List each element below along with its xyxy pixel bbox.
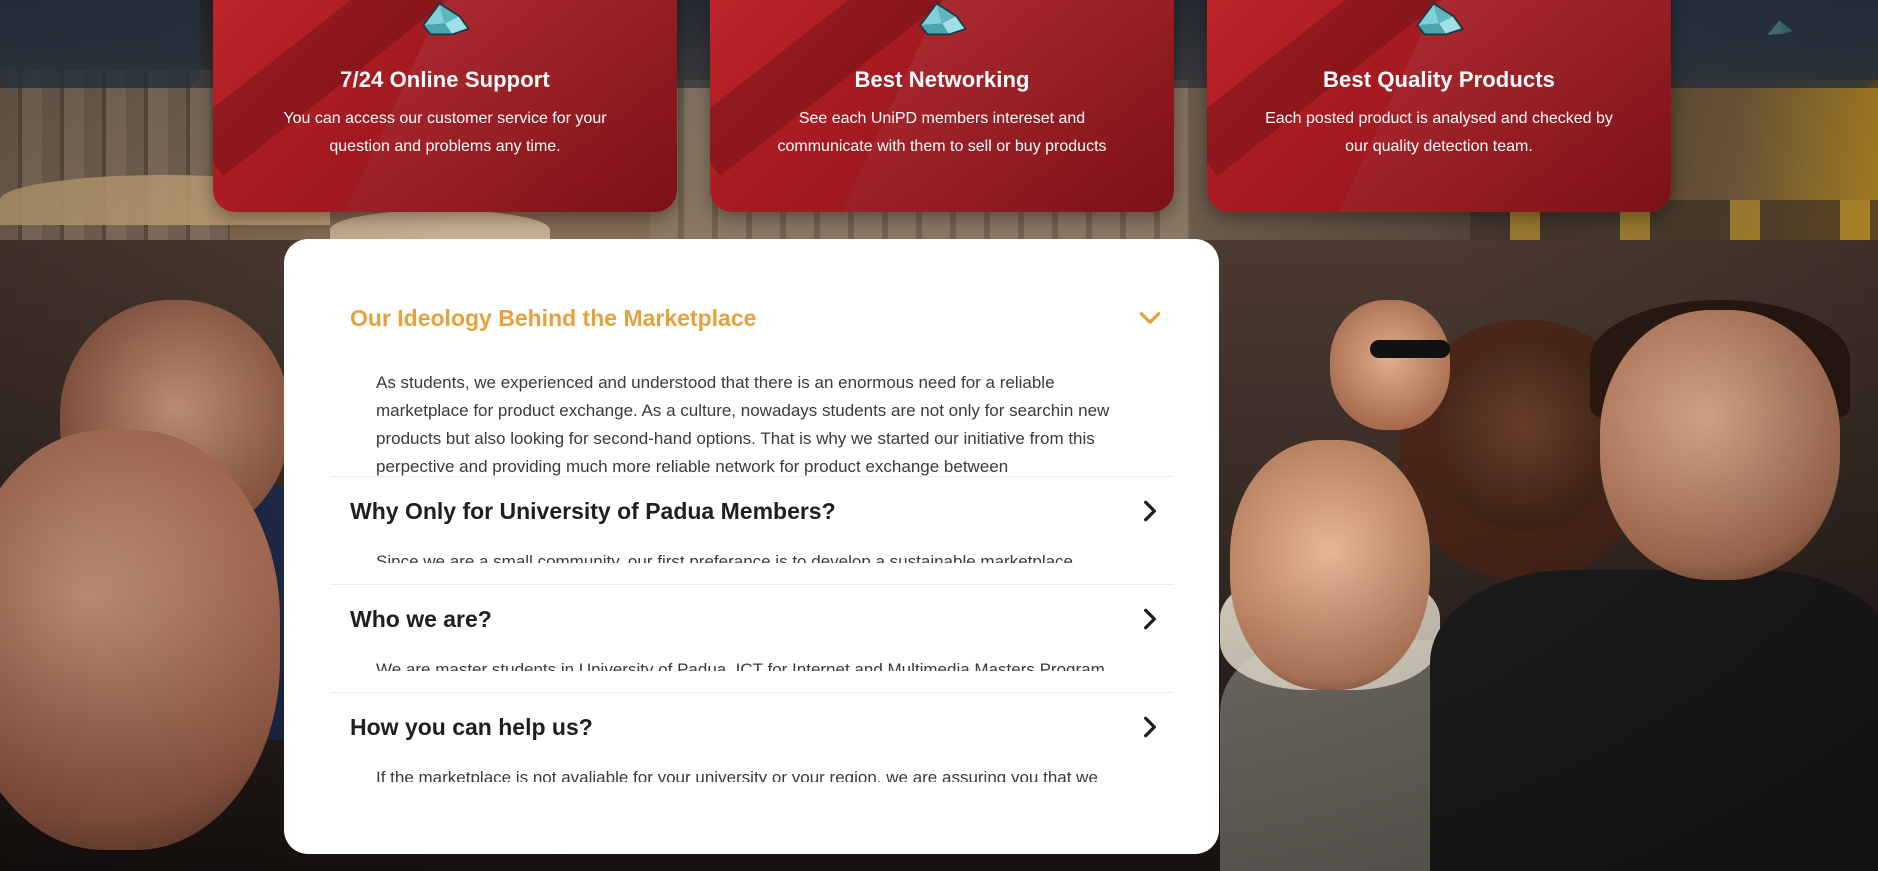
faq-answer: As students, we experienced and understo…	[376, 373, 1110, 476]
faq-answer: We are master students in University of …	[376, 660, 1110, 671]
chevron-right-icon	[1144, 716, 1156, 738]
origami-bird-icon	[1767, 20, 1793, 35]
feature-card-quality: Best Quality Products Each posted produc…	[1207, 0, 1671, 212]
faq-header[interactable]: Why Only for University of Padua Members…	[330, 477, 1173, 545]
chevron-right-icon	[1144, 500, 1156, 522]
faq-accordion: Our Ideology Behind the Marketplace As s…	[284, 239, 1219, 854]
faq-title: Our Ideology Behind the Marketplace	[350, 304, 757, 331]
feature-card-partial-right	[1672, 0, 1878, 88]
feature-title: 7/24 Online Support	[340, 67, 550, 92]
faq-header[interactable]: How you can help us?	[330, 693, 1173, 761]
feature-card-partial-left	[0, 0, 200, 88]
faq-item-help-us: How you can help us? If the marketplace …	[330, 692, 1173, 782]
feature-text: You can access our customer service for …	[283, 110, 607, 155]
faq-item-why-padua: Why Only for University of Padua Members…	[330, 476, 1173, 563]
faq-item-ideology: Our Ideology Behind the Marketplace As s…	[330, 239, 1173, 476]
feature-text: See each UniPD members intereset and com…	[777, 110, 1107, 155]
feature-card-networking: Best Networking See each UniPD members i…	[710, 0, 1174, 212]
feature-text: Each posted product is analysed and chec…	[1265, 110, 1613, 155]
faq-answer: Since we are a small community, our firs…	[376, 552, 1074, 563]
faq-title: Who we are?	[350, 605, 492, 632]
feature-title: Best Quality Products	[1323, 67, 1555, 92]
faq-answer: If the marketplace is not avaliable for …	[376, 768, 1098, 782]
chevron-down-icon	[1139, 312, 1161, 324]
feature-title: Best Networking	[854, 67, 1030, 92]
faq-item-who-we-are: Who we are? We are master students in Un…	[330, 584, 1173, 671]
faq-title: How you can help us?	[350, 713, 593, 740]
faq-title: Why Only for University of Padua Members…	[350, 497, 836, 524]
chevron-right-icon	[1144, 608, 1156, 630]
feature-card-support: 7/24 Online Support You can access our c…	[213, 0, 677, 212]
faq-header[interactable]: Who we are?	[330, 585, 1173, 653]
feature-cards: 7/24 Online Support You can access our c…	[0, 0, 1878, 215]
